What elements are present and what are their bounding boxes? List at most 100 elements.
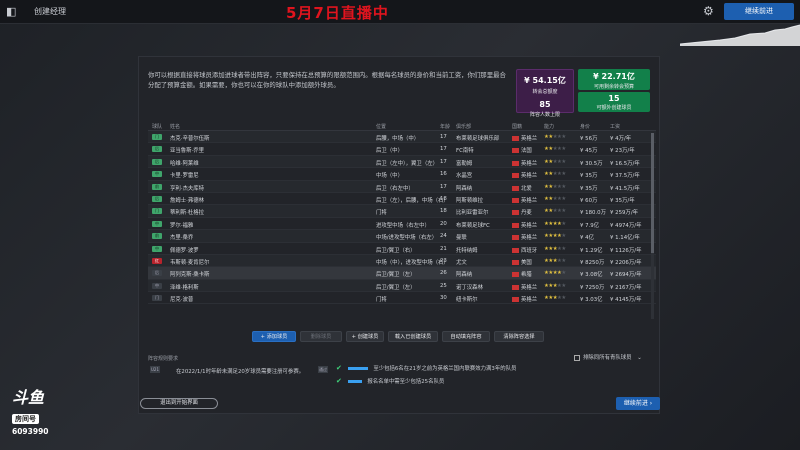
table-row[interactable]: 后 哈维·阿莱维 后卫（左中），翼卫（左） 17 富勒姆 英格兰 ★★★★★ ¥ 30.5万 ¥… bbox=[148, 155, 656, 169]
position-tag: 后 bbox=[152, 158, 162, 165]
cell-wage: ¥ 37.5万/年 bbox=[610, 173, 640, 180]
flag-icon bbox=[512, 235, 519, 241]
position-tag: 中 bbox=[152, 171, 162, 178]
exclude-youth-toggle[interactable]: 排除同所有青队球员 ⌄ bbox=[574, 353, 642, 361]
flag-icon bbox=[512, 284, 519, 290]
star-icon: ★ bbox=[561, 146, 566, 153]
cell-value: ¥ 3.03亿 bbox=[580, 297, 603, 304]
table-row[interactable]: 中 佩德罗·波罗 后卫/翼卫（右） 21 托特纳姆 西班牙 ★★★★★ ¥ 1.29亿 ¥ 11… bbox=[148, 243, 656, 255]
ability-stars: ★★★★★ bbox=[544, 246, 566, 252]
col-ability[interactable]: 能力 bbox=[544, 123, 554, 130]
progress-bar bbox=[347, 367, 368, 370]
top-continue-button[interactable]: 继续前进 bbox=[724, 3, 794, 20]
table-scrollbar[interactable] bbox=[651, 133, 654, 319]
cell-club: FC南特 bbox=[456, 148, 474, 155]
cell-name: 韦斯顿·麦肯尼尔 bbox=[170, 259, 210, 266]
clear-selection-button[interactable]: 清除阵容选择 bbox=[494, 331, 544, 342]
col-nationality[interactable]: 国籍 bbox=[512, 123, 522, 130]
cell-pos: 后腰，中场（中） bbox=[376, 136, 420, 142]
continue-button[interactable]: 继续前进 › bbox=[616, 397, 660, 410]
cell-value: ¥ 180.0万 bbox=[580, 210, 606, 217]
cell-nationality: 英格兰 bbox=[512, 221, 537, 229]
load-created-button[interactable]: 载入已创建球员 bbox=[388, 331, 438, 342]
cell-age: 20 bbox=[440, 220, 447, 227]
table-row[interactable]: 前 杰里·桑乔 中场/进攻型中场（右左） 24 曼联 英格兰 ★★★★★ ¥ 4亿 ¥ 1.14… bbox=[148, 230, 656, 243]
requirement-3: 报名名单中需至少包括25名队员 bbox=[367, 379, 445, 385]
star-icon: ★ bbox=[561, 195, 566, 202]
table-body: 门杰克·辛普尔伍斯 后腰，中场（中） 17 布莱顿足球俱乐部 英格兰 ★★★★★ ¥ 56万… bbox=[148, 131, 656, 305]
decorative-wave bbox=[680, 24, 800, 46]
table-row[interactable]: 门 杰克·辛普尔伍斯 后腰，中场（中） 17 布莱顿足球俱乐部 英格兰 ★★★★★ ¥ 56万… bbox=[148, 131, 656, 144]
table-row[interactable]: 门 尼克·波普 门将 30 纽卡斯尔 英格兰 ★★★★★ ¥ 3.03亿 ¥ 4145万/年 bbox=[148, 292, 656, 305]
cell-age: 23 bbox=[440, 257, 447, 264]
table-row[interactable]: 中 泽维·格利斯 后卫/翼卫（左） 25 诺丁汉森林 英格兰 ★★★★★ ¥ 7250万 ¥ 2… bbox=[148, 279, 656, 293]
cell-name: 杰里·桑乔 bbox=[170, 235, 194, 242]
cell-nationality: 英格兰 bbox=[512, 171, 537, 179]
nationality-text: 西班牙 bbox=[521, 247, 538, 254]
col-team[interactable]: 球队 bbox=[152, 123, 162, 130]
nationality-text: 英格兰 bbox=[521, 297, 538, 304]
cell-club: 布莱顿足球FC bbox=[456, 222, 490, 229]
col-position[interactable]: 位置 bbox=[376, 123, 386, 130]
cell-name: 泽维·格利斯 bbox=[170, 284, 199, 291]
ability-stars: ★★★★★ bbox=[544, 295, 566, 301]
nationality-text: 英格兰 bbox=[521, 284, 538, 291]
table-row[interactable]: 后 詹姆士·弗德林 后卫（左），后腰，中场（右） 18 阿斯顿维拉 英格兰 ★★★★★ ¥ 6… bbox=[148, 193, 656, 206]
auto-fill-button[interactable]: 自动填充阵容 bbox=[442, 331, 490, 342]
table-row[interactable]: 中 卡里·罗雷尼 中场（中） 16 水晶宫 英格兰 ★★★★★ ¥ 35万 ¥ 37.5万/年 bbox=[148, 168, 656, 181]
table-row[interactable]: 后 亚当鲁斯·乔里 后卫（中） 17 FC南特 法国 ★★★★★ ¥ 45万 ¥ 23万/年 bbox=[148, 143, 656, 156]
squad-count-label: 阵容人数上限 bbox=[529, 112, 560, 118]
cell-wage: ¥ 41.5万/年 bbox=[610, 185, 640, 192]
cell-pos: 后卫（右左中） bbox=[376, 185, 414, 192]
cell-name: 亨利·杰夫库特 bbox=[170, 185, 205, 192]
table-row[interactable]: 红 韦斯顿·麦肯尼尔 中场（中），进攻型中场（右） 23 尤文 美国 ★★★★★ ¥ 8250… bbox=[148, 254, 656, 268]
nationality-text: 英格兰 bbox=[521, 222, 538, 229]
cell-value: ¥ 7250万 bbox=[580, 284, 605, 291]
cell-club: 阿斯顿维拉 bbox=[456, 197, 483, 204]
position-tag: 红 bbox=[152, 257, 162, 264]
col-name[interactable]: 姓名 bbox=[170, 123, 180, 130]
cell-club: 托特纳姆 bbox=[456, 247, 478, 254]
cell-wage: ¥ 4145万/年 bbox=[610, 297, 642, 304]
cell-club: 比利亚雷亚尔 bbox=[456, 210, 489, 217]
table-row[interactable]: 中 罗尔·福雅 进攻型中场（右左中） 20 布莱顿足球FC 英格兰 ★★★★★ ¥ 7.9亿 ¥… bbox=[148, 218, 656, 231]
flag-icon bbox=[512, 272, 519, 278]
checkbox-icon[interactable] bbox=[574, 354, 580, 361]
col-value[interactable]: 身价 bbox=[580, 123, 590, 130]
requirement-3-row: ✔ 报名名单中需至少包括25名队员 bbox=[336, 377, 444, 385]
cell-value: ¥ 30.5万 bbox=[580, 160, 603, 167]
ability-stars: ★★★★★ bbox=[544, 171, 566, 177]
table-row[interactable]: 前 亨利·杰夫库特 后卫（右左中） 17 阿森纳 北爱 ★★★★★ ¥ 35万 ¥ 41.5万/… bbox=[148, 180, 656, 193]
cell-pos: 后卫/翼卫（右） bbox=[376, 247, 416, 254]
ability-stars: ★★★★★ bbox=[544, 134, 566, 140]
scrollbar-thumb[interactable] bbox=[651, 133, 654, 253]
remove-player-button[interactable]: 删除球员 bbox=[300, 331, 342, 342]
player-table: 球队 姓名 位置 年龄 俱乐部 国籍 能力 身价 工资 门 杰克·辛普尔伍斯 后腰，… bbox=[148, 120, 656, 326]
flag-icon bbox=[512, 160, 519, 166]
cell-nationality: 西班牙 bbox=[512, 246, 537, 254]
cell-wage: ¥ 2167万/年 bbox=[610, 284, 642, 291]
chevron-down-icon[interactable]: ⌄ bbox=[637, 355, 642, 361]
table-row[interactable]: 门 蒂利斯·杜格拉 门将 18 比利亚雷亚尔 丹麦 ★★★★★ ¥ 180.0万 ¥ 259万/… bbox=[148, 205, 656, 218]
top-bar: ◧ 创建经理 5月7日直播中 ⚙ 继续前进 bbox=[0, 0, 800, 24]
nationality-text: 法国 bbox=[521, 148, 532, 155]
gear-icon[interactable]: ⚙ bbox=[703, 4, 714, 18]
cell-pos: 后卫（左中），翼卫（左） bbox=[376, 160, 438, 167]
add-player-button[interactable]: + 添加球员 bbox=[252, 331, 296, 342]
room-id: 6093990 bbox=[12, 427, 49, 436]
position-tag: 中 bbox=[152, 282, 162, 289]
cell-club: 尤文 bbox=[456, 259, 467, 266]
exit-to-start-button[interactable]: 退出到开始界面 bbox=[140, 398, 218, 409]
col-club[interactable]: 俱乐部 bbox=[456, 123, 471, 130]
create-player-button[interactable]: + 创建球员 bbox=[346, 331, 384, 342]
cell-club: 布莱顿足球俱乐部 bbox=[456, 136, 500, 142]
col-wage[interactable]: 工资 bbox=[610, 123, 620, 130]
ability-stars: ★★★★★ bbox=[544, 184, 566, 190]
position-tag: 中 bbox=[152, 245, 162, 252]
table-row[interactable]: 后 阿列克斯·桑卡斯 后卫/翼卫（左） 26 阿森纳 希腊 ★★★★★ ¥ 3.08亿 ¥ 26… bbox=[148, 267, 656, 280]
ability-stars: ★★★★★ bbox=[544, 270, 566, 276]
cell-name: 尼克·波普 bbox=[170, 297, 194, 304]
position-tag: 后 bbox=[152, 195, 162, 202]
col-age[interactable]: 年龄 bbox=[440, 123, 450, 130]
cell-value: ¥ 7.9亿 bbox=[580, 222, 600, 229]
